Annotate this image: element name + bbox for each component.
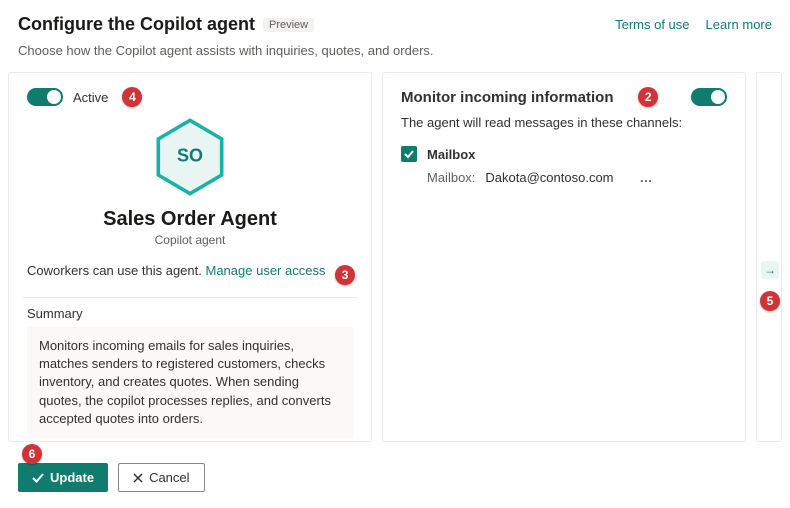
preview-badge: Preview — [263, 18, 314, 32]
close-icon — [133, 473, 143, 483]
page-subhead: Choose how the Copilot agent assists wit… — [0, 41, 790, 72]
active-label: Active — [73, 90, 108, 105]
manage-user-access-link[interactable]: Manage user access — [206, 263, 326, 278]
summary-text: Monitors incoming emails for sales inqui… — [27, 327, 353, 438]
annotation-marker-2: 2 — [638, 87, 658, 107]
annotation-marker-4: 4 — [122, 87, 142, 107]
next-page-arrow-icon[interactable]: → — [761, 261, 779, 279]
monitor-title: Monitor incoming information — [401, 89, 613, 106]
agent-subtitle: Copilot agent — [27, 233, 353, 247]
mailbox-checkbox[interactable] — [401, 146, 417, 162]
channel-mailbox-label: Mailbox — [427, 147, 475, 162]
annotation-marker-3: 3 — [335, 265, 355, 285]
check-icon — [32, 472, 44, 484]
cancel-button-label: Cancel — [149, 470, 189, 485]
access-text: Coworkers can use this agent. — [27, 263, 202, 278]
mailbox-value: Dakota@contoso.com — [485, 170, 613, 185]
annotation-marker-6: 6 — [22, 444, 42, 464]
monitor-subtitle: The agent will read messages in these ch… — [401, 115, 727, 130]
terms-link[interactable]: Terms of use — [615, 17, 689, 32]
page-title: Configure the Copilot agent — [18, 14, 255, 35]
mailbox-more-icon[interactable]: … — [640, 170, 655, 185]
monitor-toggle[interactable] — [691, 88, 727, 106]
annotation-marker-5: 5 — [760, 291, 780, 311]
side-strip: → 5 — [756, 72, 782, 442]
cancel-button[interactable]: Cancel — [118, 463, 204, 492]
agent-name: Sales Order Agent — [27, 208, 353, 231]
active-toggle[interactable] — [27, 88, 63, 106]
update-button[interactable]: Update — [18, 463, 108, 492]
agent-hexagon-icon: SO — [154, 117, 226, 197]
mailbox-field-label: Mailbox: — [427, 170, 475, 185]
learn-more-link[interactable]: Learn more — [706, 17, 772, 32]
agent-initials: SO — [177, 145, 203, 166]
update-button-label: Update — [50, 470, 94, 485]
summary-title: Summary — [27, 306, 353, 321]
